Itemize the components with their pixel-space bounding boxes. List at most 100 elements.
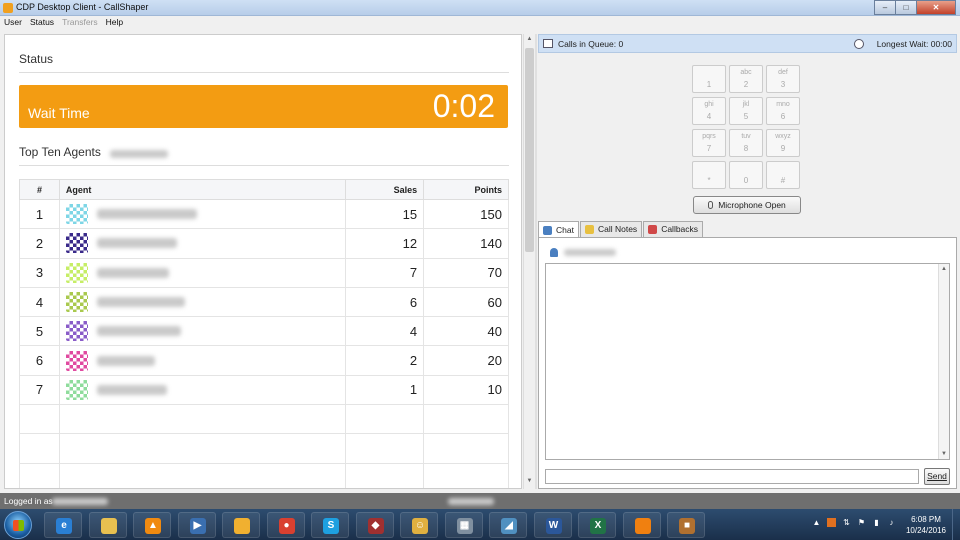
skype-icon: S: [323, 518, 339, 534]
clock-date: 10/24/2016: [905, 526, 946, 535]
key-letters: ghi: [704, 101, 714, 108]
tab-callbacks[interactable]: Callbacks: [643, 221, 704, 237]
chat-input[interactable]: [545, 469, 919, 484]
microphone-icon: [708, 201, 714, 209]
key-letters: mno: [776, 101, 790, 108]
clock-time: 6:08 PM: [911, 515, 941, 524]
key-letters: pqrs: [702, 133, 716, 140]
dialpad-key[interactable]: *: [692, 161, 726, 189]
taskbar-app-button[interactable]: X: [578, 512, 616, 538]
tray-network-icon[interactable]: ⇅: [842, 518, 851, 527]
redacted-text: [448, 498, 494, 505]
agent-cell: [58, 257, 347, 288]
chat-log[interactable]: ▲ ▼: [545, 263, 950, 460]
volume-icon[interactable]: ♪: [887, 518, 896, 527]
dialpad-key[interactable]: pqrs 7: [692, 129, 726, 157]
scroll-up-arrow-icon[interactable]: ▲: [941, 266, 947, 272]
table-row: 1 15 150: [19, 198, 509, 230]
agent-cell: [58, 228, 347, 259]
taskbar-app-button[interactable]: e: [44, 512, 82, 538]
show-desktop-button[interactable]: [952, 509, 960, 540]
longest-wait: Longest Wait: 00:00: [876, 39, 952, 49]
tray-flag-icon[interactable]: ⚑: [857, 518, 866, 527]
agent-rank: 3: [19, 257, 60, 288]
minimize-button[interactable]: –: [874, 0, 896, 15]
taskbar-app-button[interactable]: ▲: [133, 512, 171, 538]
taskbar-app-button[interactable]: ●: [266, 512, 305, 538]
scroll-down-arrow-icon[interactable]: ▼: [525, 478, 534, 487]
key-letters: def: [778, 69, 788, 76]
key-digit: 0: [743, 176, 749, 185]
tab-bar: Chat Call Notes Callbacks: [538, 221, 704, 238]
avatar: [65, 262, 88, 283]
tab-label: Call Notes: [597, 224, 638, 234]
tab-chat[interactable]: Chat: [538, 221, 579, 238]
scrollbar-thumb[interactable]: [525, 48, 534, 252]
tab-call-notes[interactable]: Call Notes: [579, 221, 643, 237]
menu-status[interactable]: Status: [26, 16, 58, 29]
chat-log-scrollbar[interactable]: ▲ ▼: [938, 264, 949, 459]
taskbar-app-button[interactable]: [88, 512, 127, 538]
dialpad-key[interactable]: #: [766, 161, 800, 189]
close-button[interactable]: ✕: [916, 0, 956, 15]
microphone-button[interactable]: Microphone Open: [693, 196, 801, 214]
agent-points: 70: [423, 257, 509, 288]
panel-splitter[interactable]: [535, 34, 537, 489]
agent-sales: 1: [345, 374, 425, 406]
taskbar-app-button[interactable]: ◢: [489, 512, 527, 538]
clock[interactable]: 6:08 PM 10/24/2016: [906, 514, 946, 536]
key-digit: #: [780, 176, 786, 185]
scroll-down-arrow-icon[interactable]: ▼: [941, 451, 947, 457]
agent-rank: 2: [19, 228, 60, 259]
taskbar-app-button[interactable]: ■: [667, 512, 705, 538]
excel-icon: X: [590, 518, 606, 534]
dialpad-key[interactable]: wxyz 9: [766, 129, 800, 157]
taskbar-app-button[interactable]: ▦: [444, 512, 483, 538]
taskbar-app-button[interactable]: S: [311, 512, 349, 538]
menu-help[interactable]: Help: [102, 16, 127, 29]
dialpad-key[interactable]: mno 6: [766, 97, 800, 125]
queue-bar: Calls in Queue: 0 Longest Wait: 00:00: [538, 34, 957, 53]
start-button[interactable]: [4, 511, 32, 539]
send-button[interactable]: Send: [924, 468, 950, 485]
agent-points: 10: [423, 374, 509, 406]
dialpad-key[interactable]: abc 2: [729, 65, 763, 93]
scroll-up-arrow-icon[interactable]: ▲: [525, 36, 534, 45]
redacted-text: [52, 498, 108, 505]
maximize-button[interactable]: □: [895, 0, 917, 15]
taskbar-app-button[interactable]: W: [533, 512, 572, 538]
dialpad-key[interactable]: tuv 8: [729, 129, 763, 157]
menu-transfers[interactable]: Transfers: [58, 16, 102, 29]
taskbar-app-button[interactable]: ▶: [177, 512, 216, 538]
dialpad-key[interactable]: def 3: [766, 65, 800, 93]
dialpad-key[interactable]: 0: [729, 161, 763, 189]
dialpad-key[interactable]: jkl 5: [729, 97, 763, 125]
agent-sales: 4: [345, 316, 425, 347]
menu-user[interactable]: User: [0, 16, 26, 29]
taskbar-app-button[interactable]: ☺: [400, 512, 438, 538]
table-row: 2 12 140: [19, 228, 509, 259]
agent-points: 140: [423, 228, 509, 259]
agent-points: 40: [423, 316, 509, 347]
word-icon: W: [545, 518, 562, 534]
agent-cell: [58, 286, 347, 318]
status-panel-scrollbar[interactable]: ▲ ▼: [523, 34, 534, 489]
media-player-icon: ▶: [189, 518, 206, 534]
taskbar-app-button[interactable]: [622, 512, 661, 538]
tray-app-icon[interactable]: [827, 518, 836, 527]
dialpad-key[interactable]: ghi 4: [692, 97, 726, 125]
redacted-text: [96, 384, 167, 395]
app-icon: [3, 3, 13, 13]
taskbar-app-button[interactable]: [222, 512, 260, 538]
taskbar-app-button[interactable]: ◆: [355, 512, 394, 538]
agent-rank: 1: [19, 198, 60, 230]
title-bar: CDP Desktop Client - CallShaper – □ ✕: [0, 0, 960, 16]
orange-app-icon: [634, 518, 651, 534]
signal-icon[interactable]: ▮: [872, 518, 881, 527]
box-app-icon: ■: [679, 518, 695, 534]
vlc-icon: ▲: [145, 518, 161, 534]
dialpad-key[interactable]: 1: [692, 65, 726, 93]
redacted-text: [96, 297, 185, 308]
show-hidden-icons-icon[interactable]: ▲: [812, 518, 821, 527]
menu-bar: User Status Transfers Help: [0, 16, 960, 29]
